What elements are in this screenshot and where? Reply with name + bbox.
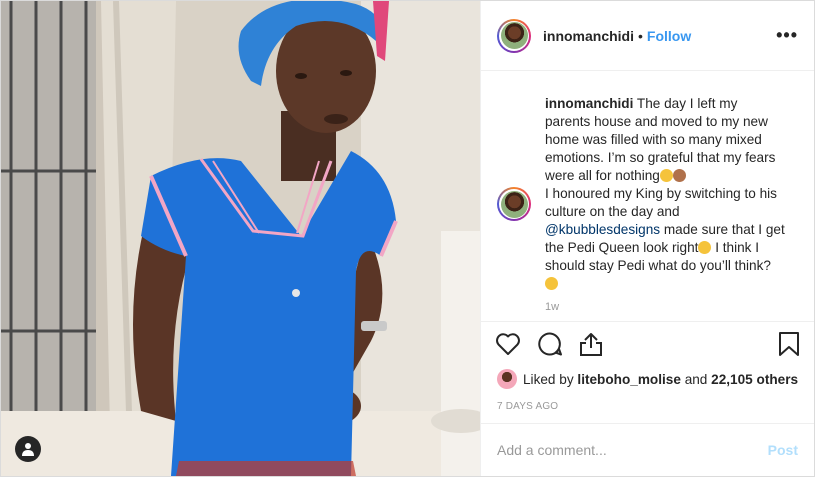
post-side-panel: innomanchidi • Follow ••• innomanchidi T… <box>480 1 814 476</box>
grin-emoji-icon <box>659 169 673 182</box>
photo-illustration <box>1 1 480 476</box>
caption-avatar[interactable] <box>497 187 531 221</box>
follow-button[interactable]: Follow <box>647 28 691 44</box>
comment-icon[interactable] <box>537 331 563 357</box>
caption-mention-link[interactable]: @kbubblesdesigns <box>545 222 660 237</box>
post-photo[interactable] <box>1 1 480 476</box>
liker-username[interactable]: liteboho_molise <box>577 372 680 387</box>
comments-section: innomanchidi The day I left my parents h… <box>481 71 814 321</box>
caption: innomanchidi The day I left my parents h… <box>497 95 798 293</box>
monkey-emoji-icon <box>672 169 686 182</box>
user-tag-glyph <box>22 443 34 456</box>
smile-emoji-icon <box>698 241 712 254</box>
likes-prefix: Liked by <box>523 371 574 387</box>
user-tag-icon[interactable] <box>15 436 41 462</box>
liker-avatar[interactable] <box>497 369 517 389</box>
likes-count[interactable]: 22,105 others <box>711 372 798 387</box>
add-comment-bar: Add a comment... Post <box>481 423 814 476</box>
heart-icon[interactable] <box>495 332 521 356</box>
caption-username[interactable]: innomanchidi <box>545 96 633 111</box>
post-date[interactable]: 7 DAYS AGO <box>497 401 558 412</box>
share-icon[interactable] <box>579 331 603 357</box>
caption-time-ago[interactable]: 1w <box>545 301 798 313</box>
author-avatar[interactable] <box>497 18 531 53</box>
more-icon[interactable]: ••• <box>776 25 798 46</box>
caption-part-2: I honoured my King by switching to his c… <box>545 186 777 219</box>
likes-summary: Liked by liteboho_molise and 22,105 othe… <box>497 369 798 389</box>
grin-emoji-icon <box>545 277 558 290</box>
header-username[interactable]: innomanchidi <box>543 28 634 44</box>
header-separator: • <box>638 27 643 44</box>
caption-text: innomanchidi The day I left my parents h… <box>545 95 785 293</box>
bookmark-icon[interactable] <box>778 331 800 357</box>
action-bar <box>481 321 814 365</box>
post-card: innomanchidi • Follow ••• innomanchidi T… <box>0 0 815 477</box>
comment-input[interactable]: Add a comment... <box>497 442 607 458</box>
likes-middle: and <box>684 371 708 387</box>
post-header: innomanchidi • Follow ••• <box>481 1 814 71</box>
post-comment-button[interactable]: Post <box>768 442 798 458</box>
